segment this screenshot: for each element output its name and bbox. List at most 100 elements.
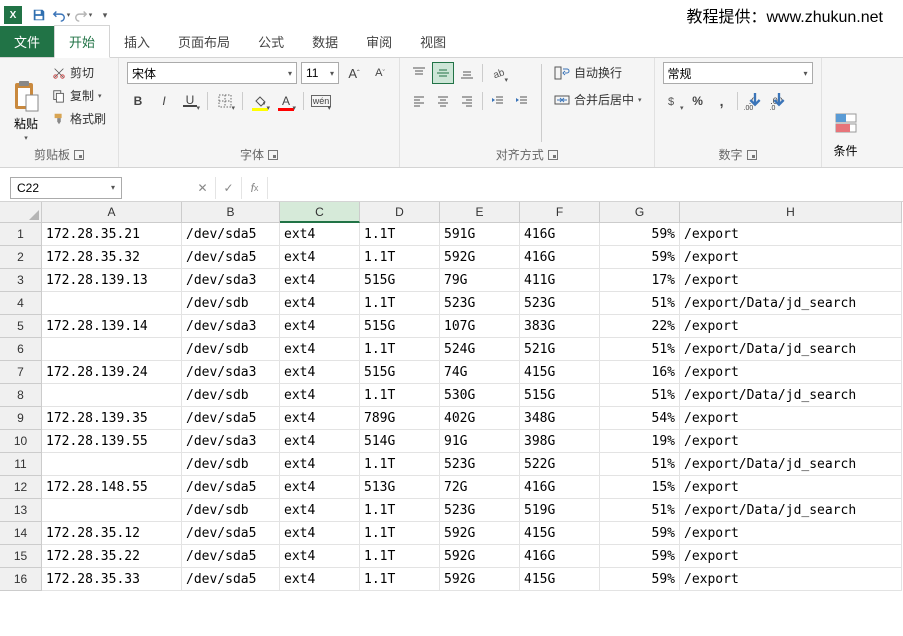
cell[interactable]: 16% bbox=[600, 361, 680, 384]
cell[interactable]: 51% bbox=[600, 338, 680, 361]
cell[interactable]: 522G bbox=[520, 453, 600, 476]
cell[interactable]: ext4 bbox=[280, 384, 360, 407]
cell[interactable]: 172.28.139.13 bbox=[42, 269, 182, 292]
accounting-format-button[interactable]: $▾ bbox=[663, 90, 685, 112]
row-header[interactable]: 8 bbox=[0, 384, 42, 407]
cell[interactable]: /export/Data/jd_search bbox=[680, 384, 902, 407]
cell[interactable]: /dev/sdb bbox=[182, 292, 280, 315]
cell[interactable]: /dev/sdb bbox=[182, 338, 280, 361]
redo-icon[interactable]: ▾ bbox=[72, 4, 94, 26]
cell[interactable]: 172.28.139.35 bbox=[42, 407, 182, 430]
decrease-font-button[interactable]: Aˇ bbox=[369, 62, 391, 84]
column-header-D[interactable]: D bbox=[360, 202, 440, 223]
font-color-button[interactable]: A▾ bbox=[275, 90, 297, 112]
cell[interactable]: 415G bbox=[520, 568, 600, 591]
cell[interactable]: 51% bbox=[600, 384, 680, 407]
save-icon[interactable] bbox=[28, 4, 50, 26]
cell[interactable]: /export bbox=[680, 568, 902, 591]
cell[interactable]: 416G bbox=[520, 476, 600, 499]
cell[interactable]: 530G bbox=[440, 384, 520, 407]
cell[interactable]: ext4 bbox=[280, 430, 360, 453]
cell[interactable]: 398G bbox=[520, 430, 600, 453]
cell[interactable]: 1.1T bbox=[360, 545, 440, 568]
cell[interactable]: 416G bbox=[520, 545, 600, 568]
increase-font-button[interactable]: Aˆ bbox=[343, 62, 365, 84]
cell[interactable]: 59% bbox=[600, 522, 680, 545]
cell[interactable]: 1.1T bbox=[360, 292, 440, 315]
cell[interactable]: 592G bbox=[440, 568, 520, 591]
cell[interactable]: 383G bbox=[520, 315, 600, 338]
cell[interactable]: /export bbox=[680, 361, 902, 384]
tab-insert[interactable]: 插入 bbox=[110, 26, 164, 57]
number-dialog-launcher[interactable] bbox=[747, 150, 757, 160]
cell[interactable]: /dev/sda3 bbox=[182, 269, 280, 292]
cell[interactable]: 172.28.35.32 bbox=[42, 246, 182, 269]
cell[interactable]: 523G bbox=[440, 292, 520, 315]
cell[interactable]: /export/Data/jd_search bbox=[680, 453, 902, 476]
cell[interactable]: 172.28.35.21 bbox=[42, 223, 182, 246]
phonetic-guide-button[interactable]: wén▾ bbox=[310, 90, 332, 112]
enter-button[interactable]: ✓ bbox=[216, 177, 242, 199]
row-header[interactable]: 14 bbox=[0, 522, 42, 545]
cell[interactable]: /dev/sda5 bbox=[182, 407, 280, 430]
tab-review[interactable]: 审阅 bbox=[352, 26, 406, 57]
cell[interactable]: 91G bbox=[440, 430, 520, 453]
align-middle-button[interactable] bbox=[432, 62, 454, 84]
format-painter-button[interactable]: 格式刷 bbox=[48, 108, 110, 129]
row-header[interactable]: 3 bbox=[0, 269, 42, 292]
cell[interactable]: 1.1T bbox=[360, 453, 440, 476]
cell[interactable]: 515G bbox=[520, 384, 600, 407]
tab-home[interactable]: 开始 bbox=[54, 25, 110, 58]
cell[interactable]: /export bbox=[680, 430, 902, 453]
cell[interactable]: /export bbox=[680, 476, 902, 499]
cell[interactable]: 402G bbox=[440, 407, 520, 430]
font-dialog-launcher[interactable] bbox=[268, 150, 278, 160]
select-all-corner[interactable] bbox=[0, 202, 42, 223]
cell[interactable]: 19% bbox=[600, 430, 680, 453]
cell[interactable]: 514G bbox=[360, 430, 440, 453]
cell[interactable]: 592G bbox=[440, 522, 520, 545]
formula-bar-input[interactable] bbox=[268, 177, 903, 199]
align-bottom-button[interactable] bbox=[456, 62, 478, 84]
cell[interactable]: 524G bbox=[440, 338, 520, 361]
cell[interactable]: /dev/sda3 bbox=[182, 315, 280, 338]
cell[interactable]: /dev/sda5 bbox=[182, 568, 280, 591]
percent-format-button[interactable]: % bbox=[687, 90, 709, 112]
cell[interactable]: /export bbox=[680, 407, 902, 430]
font-family-combo[interactable]: 宋体▾ bbox=[127, 62, 297, 84]
fx-button[interactable]: fx bbox=[242, 177, 268, 199]
cell[interactable]: 15% bbox=[600, 476, 680, 499]
row-header[interactable]: 11 bbox=[0, 453, 42, 476]
column-header-C[interactable]: C bbox=[280, 202, 360, 223]
cell[interactable]: 1.1T bbox=[360, 246, 440, 269]
cell[interactable]: ext4 bbox=[280, 361, 360, 384]
cell[interactable]: 172.28.35.12 bbox=[42, 522, 182, 545]
decrease-decimal-button[interactable]: .00.0 bbox=[766, 90, 788, 112]
cell[interactable]: 515G bbox=[360, 361, 440, 384]
cell[interactable]: 59% bbox=[600, 246, 680, 269]
cell[interactable]: ext4 bbox=[280, 315, 360, 338]
decrease-indent-button[interactable] bbox=[487, 90, 509, 112]
tab-file[interactable]: 文件 bbox=[0, 26, 54, 57]
cell[interactable]: ext4 bbox=[280, 545, 360, 568]
cell[interactable]: ext4 bbox=[280, 453, 360, 476]
tab-data[interactable]: 数据 bbox=[298, 26, 352, 57]
row-header[interactable]: 15 bbox=[0, 545, 42, 568]
cut-button[interactable]: 剪切 bbox=[48, 62, 110, 83]
cell[interactable]: 1.1T bbox=[360, 338, 440, 361]
alignment-dialog-launcher[interactable] bbox=[548, 150, 558, 160]
cell[interactable]: /dev/sda3 bbox=[182, 430, 280, 453]
cell[interactable]: ext4 bbox=[280, 246, 360, 269]
cell[interactable]: 1.1T bbox=[360, 568, 440, 591]
column-header-F[interactable]: F bbox=[520, 202, 600, 223]
cell[interactable]: 59% bbox=[600, 223, 680, 246]
cell[interactable]: 523G bbox=[440, 453, 520, 476]
cell[interactable] bbox=[42, 384, 182, 407]
row-header[interactable]: 9 bbox=[0, 407, 42, 430]
cell[interactable]: 51% bbox=[600, 499, 680, 522]
cell[interactable]: 59% bbox=[600, 545, 680, 568]
row-header[interactable]: 6 bbox=[0, 338, 42, 361]
copy-button[interactable]: 复制▾ bbox=[48, 85, 110, 106]
cell[interactable]: /dev/sda3 bbox=[182, 361, 280, 384]
cell[interactable]: ext4 bbox=[280, 476, 360, 499]
